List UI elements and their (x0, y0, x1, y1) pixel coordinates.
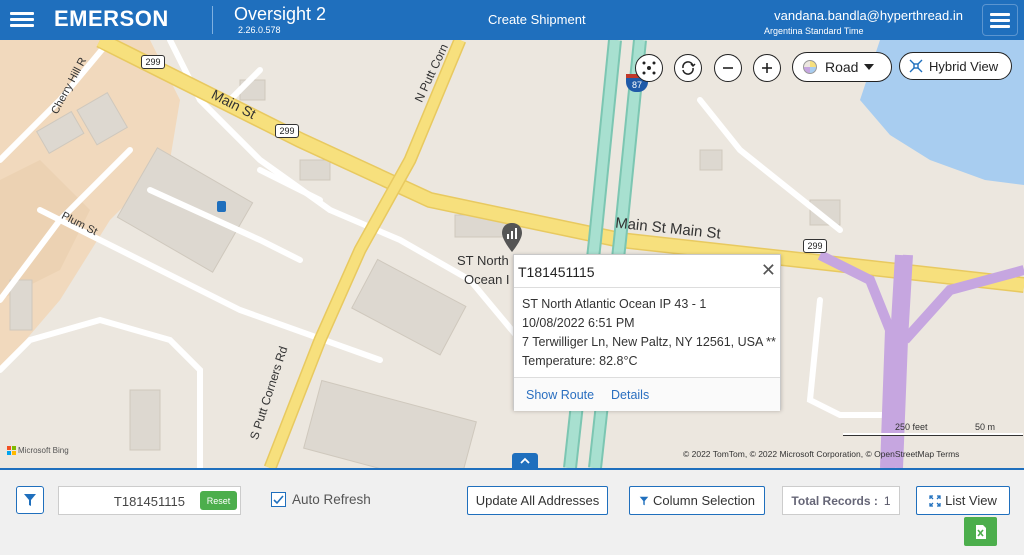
map-style-dropdown[interactable]: Road (792, 52, 892, 82)
chevron-down-icon (864, 64, 875, 70)
zoom-in-icon[interactable] (753, 54, 781, 82)
shipment-info-popup: T181451115 ✕ ST North Atlantic Ocean IP … (513, 254, 781, 411)
map-base-layer (0, 40, 1024, 468)
column-selection-label: Column Selection (653, 493, 755, 508)
reset-button[interactable]: Reset (200, 491, 237, 510)
total-records-value: 1 (883, 493, 891, 508)
rotate-map-icon[interactable] (674, 54, 702, 82)
checkmark-icon (273, 495, 284, 505)
user-timezone: Argentina Standard Time (764, 26, 864, 36)
export-excel-button[interactable] (964, 517, 997, 546)
list-view-button[interactable]: List View (916, 486, 1010, 515)
header-divider (212, 6, 213, 34)
road-style-icon (803, 60, 817, 74)
popup-title: T181451115 (518, 264, 595, 280)
popup-footer: Show Route Details (514, 377, 780, 411)
shipment-pin-icon[interactable] (501, 223, 523, 253)
popup-address: 7 Terwilliger Ln, New Paltz, NY 12561, U… (522, 335, 776, 349)
chevron-up-icon (520, 457, 530, 464)
update-all-addresses-button[interactable]: Update All Addresses (467, 486, 608, 515)
popup-temperature: Temperature: 82.8°C (522, 354, 638, 368)
hybrid-view-icon (909, 59, 923, 73)
route-299-shield: 299 (803, 239, 827, 253)
pin-label: Ocean I (464, 272, 510, 287)
total-records: Total Records : 1 (782, 486, 900, 515)
auto-refresh-checkbox[interactable] (271, 492, 286, 507)
filter-icon (639, 496, 649, 505)
auto-refresh-toggle[interactable]: Auto Refresh (271, 492, 371, 507)
route-299-shield: 299 (141, 55, 165, 69)
show-route-link[interactable]: Show Route (526, 388, 594, 402)
zoom-out-icon[interactable] (714, 54, 742, 82)
create-shipment-link[interactable]: Create Shipment (488, 12, 586, 27)
auto-refresh-label: Auto Refresh (292, 492, 371, 507)
route-299-shield: 299 (275, 124, 299, 138)
app-version: 2.26.0.578 (238, 25, 281, 35)
bottom-toolbar: Reset Auto Refresh Update All Addresses … (0, 468, 1024, 555)
excel-icon (975, 524, 986, 539)
popup-device-name: ST North Atlantic Ocean IP 43 - 1 (522, 297, 707, 311)
map-copyright[interactable]: © 2022 TomTom, © 2022 Microsoft Corporat… (683, 449, 959, 459)
search-field: Reset (58, 486, 241, 515)
microsoft-logo-icon (7, 446, 16, 455)
hybrid-view-button[interactable]: Hybrid View (899, 52, 1012, 80)
bing-logo: Microsoft Bing (7, 446, 69, 455)
close-icon[interactable]: ✕ (761, 261, 776, 279)
app-name: Oversight 2 (234, 4, 327, 24)
map-style-label: Road (825, 59, 859, 75)
update-all-label: Update All Addresses (475, 493, 600, 508)
user-menu-icon[interactable] (982, 4, 1018, 36)
emerson-logo: EMERSON (54, 6, 169, 31)
scale-feet: 250 feet (895, 422, 928, 432)
expand-icon (929, 494, 941, 507)
scale-meters: 50 m (975, 422, 996, 432)
scale-bar (843, 433, 1023, 436)
app-header: EMERSON Oversight 2 2.26.0.578 Create Sh… (0, 0, 1024, 40)
pin-label: ST North (457, 253, 509, 268)
details-link[interactable]: Details (611, 388, 649, 402)
filter-icon (24, 494, 36, 506)
filter-button[interactable] (16, 486, 44, 514)
bus-stop-icon (217, 201, 226, 212)
popup-timestamp: 10/08/2022 6:51 PM (522, 316, 635, 330)
list-view-label: List View (945, 493, 997, 508)
column-selection-button[interactable]: Column Selection (629, 486, 765, 515)
map-view[interactable]: Main St Main St Main St Plum St Cherry H… (0, 40, 1024, 468)
main-menu-icon[interactable] (6, 6, 40, 34)
hybrid-view-label: Hybrid View (929, 58, 999, 74)
map-scale: 250 feet 50 m (843, 422, 1023, 436)
search-input[interactable] (65, 492, 185, 510)
locate-network-icon[interactable] (635, 54, 663, 82)
user-email: vandana.bandla@hyperthread.in (774, 8, 963, 23)
total-records-label: Total Records : (791, 493, 878, 508)
popup-divider (514, 287, 780, 288)
bing-label: Microsoft Bing (18, 446, 69, 455)
collapse-panel-button[interactable] (512, 453, 538, 468)
